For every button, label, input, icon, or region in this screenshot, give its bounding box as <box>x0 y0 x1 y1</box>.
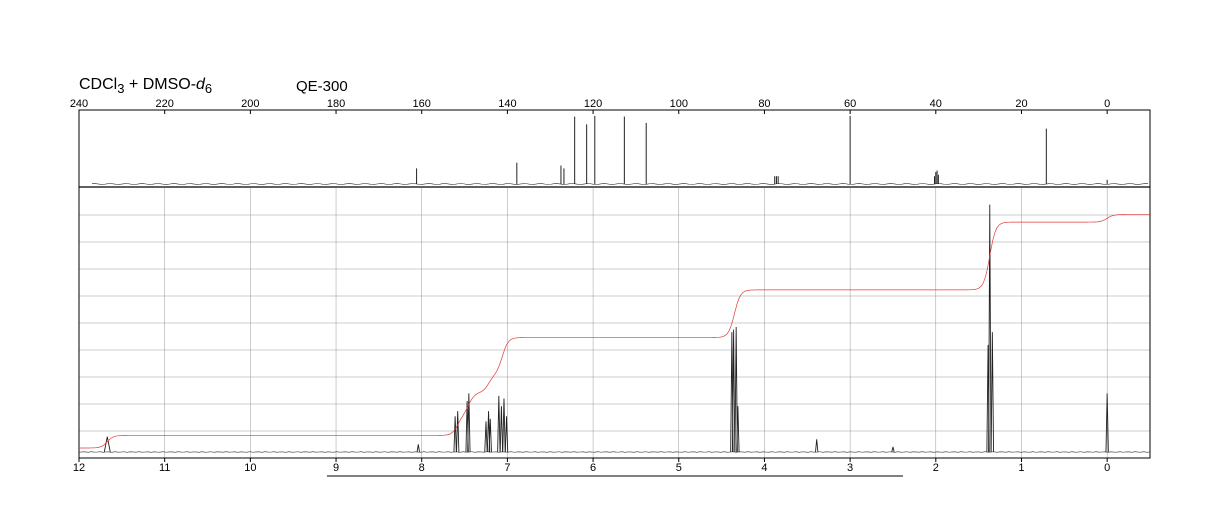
nmr-spectra-chart: 240 220 200 180 160 140 120 100 80 60 40 20 0 12 11 10… <box>70 98 1151 477</box>
h1-tick-label: 7 <box>504 462 510 474</box>
h1-tick-label: 0 <box>1104 462 1110 474</box>
c13-tick-label: 180 <box>327 98 345 110</box>
h1-peak <box>456 411 460 453</box>
c13-tick-label: 240 <box>70 98 88 110</box>
h1-tick-label: 12 <box>73 462 85 474</box>
c13-tick-label: 0 <box>1104 98 1110 110</box>
c13-tick-label: 100 <box>670 98 688 110</box>
h1-tick-label: 10 <box>244 462 256 474</box>
c13-tick-label: 20 <box>1015 98 1027 110</box>
h1-peak <box>731 329 736 453</box>
h1-tick-label: 11 <box>159 462 170 474</box>
h1-tick-label: 9 <box>333 462 339 474</box>
h1-peak <box>453 416 457 453</box>
h1-peak <box>891 446 895 453</box>
h1-tick-label: 4 <box>761 462 767 474</box>
h1-tick-label: 6 <box>590 462 596 474</box>
h1-peak <box>488 418 492 453</box>
h1-peak <box>499 406 504 453</box>
h1-peak <box>416 444 420 453</box>
c13-baseline <box>91 183 1149 185</box>
c13-peaks <box>416 115 1108 184</box>
h1-tick-label: 8 <box>419 462 425 474</box>
h1-peak <box>484 421 488 453</box>
h1-tick-label: 3 <box>847 462 853 474</box>
c13-tick-label: 200 <box>241 98 259 110</box>
h1-tick-label: 5 <box>676 462 682 474</box>
c13-tick-label: 80 <box>758 98 770 110</box>
c13-axis-ticks <box>78 110 1108 114</box>
h1-peak <box>497 395 501 453</box>
c13-tick-label: 120 <box>584 98 602 110</box>
h1-tick-label: 1 <box>1018 462 1024 474</box>
h1-peak <box>103 436 111 453</box>
h1-tick-label: 2 <box>933 462 939 474</box>
h1-peak <box>502 398 506 453</box>
c13-tick-label: 160 <box>413 98 431 110</box>
c13-tick-label: 220 <box>156 98 174 110</box>
c13-axis-labels: 240 220 200 180 160 140 120 100 80 60 40 20 0 <box>70 98 1110 110</box>
c13-tick-label: 60 <box>844 98 856 110</box>
c13-tick-label: 140 <box>498 98 516 110</box>
h1-peak <box>815 439 819 453</box>
c13-tick-label: 40 <box>930 98 942 110</box>
h1-axis-labels: 12 11 10 9 8 7 6 5 4 3 2 1 0 <box>73 462 1110 474</box>
